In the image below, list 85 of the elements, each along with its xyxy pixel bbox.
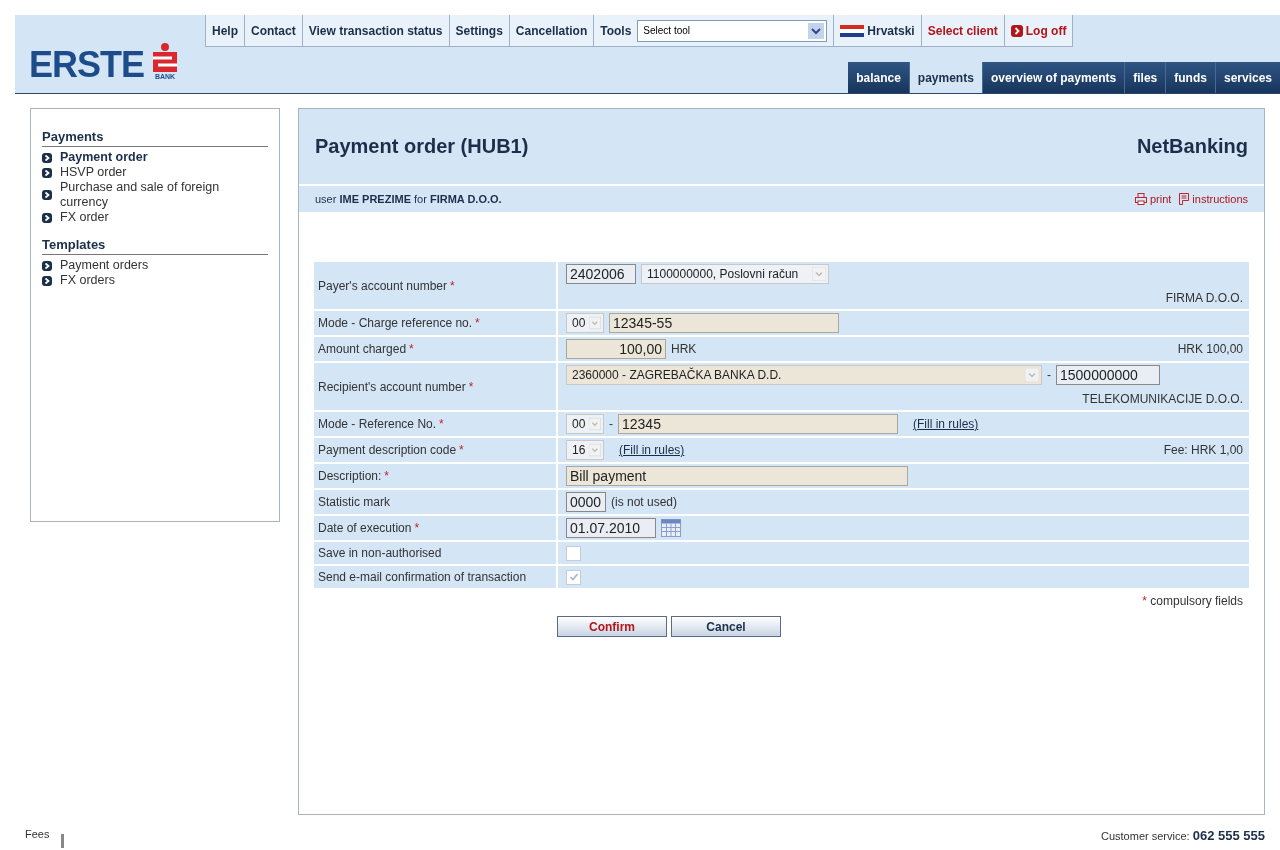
log-off-link[interactable]: Log off [1010, 23, 1067, 38]
info-text: TELEKOMUNIKACIJE D.O.O. [1082, 391, 1243, 408]
bullet-icon [42, 275, 52, 286]
document-icon [1179, 193, 1190, 205]
field-label: Amount charged * [314, 337, 556, 361]
bullet-icon [42, 167, 52, 178]
nav-tab[interactable]: overview of payments [981, 62, 1125, 93]
dropdown-arrow-icon [812, 267, 826, 281]
sidebar-link[interactable]: Payment orders [42, 258, 268, 273]
dropdown[interactable]: 16 [566, 440, 604, 460]
value-text: - [609, 417, 613, 431]
sidebar-link[interactable]: Purchase and sale of foreign currency [42, 180, 268, 210]
menu-link[interactable]: Settings [455, 23, 503, 38]
dropdown-arrow-icon [589, 316, 601, 330]
bullet-icon [42, 190, 52, 200]
bullet-icon [42, 212, 52, 223]
field-label: Statistic mark [314, 490, 556, 514]
input-field[interactable]: 1500000000 [1056, 365, 1160, 385]
menu-link[interactable]: View transaction status [308, 23, 443, 38]
user-info: user IME PREZIME for FIRMA D.O.O. [315, 193, 502, 205]
field-label: Mode - Charge reference no. * [314, 311, 556, 335]
fees-label: Fees [25, 828, 50, 840]
tools-label: Tools [600, 23, 632, 38]
dropdown[interactable]: 00 [566, 313, 604, 333]
legend-text: * compulsory fields [1142, 594, 1243, 608]
nav-tab[interactable]: files [1124, 62, 1166, 93]
menu-link[interactable]: Cancellation [515, 23, 588, 38]
field-label: Payment description code * [314, 438, 556, 462]
dropdown[interactable]: 00 [566, 414, 604, 434]
nav-tab[interactable]: funds [1165, 62, 1215, 93]
info-text: FIRMA D.O.O. [1165, 290, 1243, 307]
field-label: Recipient's account number * [314, 363, 556, 410]
fill-in-rules-link[interactable]: (Fill in rules) [619, 443, 685, 457]
input-field[interactable]: 12345 [618, 414, 898, 434]
nav-tab[interactable]: services [1214, 62, 1280, 93]
value-text: - [1047, 368, 1051, 382]
field-label: Mode - Reference No. * [314, 412, 556, 436]
bullet-icon [42, 260, 52, 271]
section-heading: Payments [42, 129, 268, 147]
value-text: HRK [671, 342, 697, 356]
confirm-button[interactable]: Confirm [557, 616, 667, 637]
field-label: Payer's account number * [314, 262, 556, 309]
flag-icon [840, 24, 865, 37]
input-field[interactable]: 100,00 [566, 339, 666, 359]
field-label: Description: * [314, 464, 556, 488]
dropdown-arrow-icon [589, 443, 601, 457]
menu-link[interactable]: Help [212, 23, 238, 38]
input-field[interactable]: 01.07.2010 [566, 518, 656, 538]
value-text: (is not used) [611, 495, 678, 509]
select-client-link[interactable]: Select client [927, 23, 998, 38]
field-label: Date of execution * [314, 516, 556, 540]
input-field[interactable]: 12345-55 [609, 313, 839, 333]
print-link[interactable]: print [1134, 193, 1172, 205]
sidebar-link[interactable]: HSVP order [42, 165, 268, 180]
logo-text: ERSTE [29, 49, 145, 81]
bullet-icon [42, 152, 52, 163]
field-label: Save in non-authorised [314, 542, 556, 564]
sidebar-link[interactable]: FX orders [42, 273, 268, 288]
sidebar-link[interactable]: Payment order [42, 150, 268, 165]
brand-text: NetBanking [1136, 135, 1248, 158]
section-heading: Templates [42, 237, 268, 255]
dropdown-arrow-icon [589, 417, 601, 431]
page-title: Payment order (HUB1) [315, 135, 529, 158]
input-field[interactable]: Bill payment [566, 466, 908, 486]
instructions-link[interactable]: instructions [1179, 193, 1248, 205]
cancel-button[interactable]: Cancel [671, 616, 781, 637]
menu-link[interactable]: Contact [251, 23, 296, 38]
input-field[interactable]: 2402006 [566, 264, 636, 284]
customer-service-text: Customer service: 062 555 555 [1101, 828, 1265, 845]
field-label: Send e-mail confirmation of transaction [314, 566, 556, 588]
printer-icon [1134, 193, 1147, 205]
checkmark-icon [568, 572, 579, 582]
tool-dropdown[interactable]: Select tool [637, 19, 828, 42]
language-link[interactable]: Hrvatski [840, 23, 915, 38]
dropdown[interactable]: 2360000 - ZAGREBAČKA BANKA D.D. [566, 365, 1042, 385]
sidebar-link[interactable]: FX order [42, 210, 268, 225]
dropdown-arrow-icon [1025, 368, 1039, 382]
info-text: Fee: HRK 1,00 [1163, 443, 1243, 457]
nav-tab[interactable]: payments [908, 62, 982, 93]
info-text: HRK 100,00 [1177, 342, 1243, 356]
calendar-icon[interactable] [661, 519, 681, 537]
nav-tab[interactable]: balance [848, 62, 909, 93]
dropdown[interactable]: 1100000000, Poslovni račun [641, 264, 829, 284]
fill-in-rules-link[interactable]: (Fill in rules) [913, 417, 979, 431]
input-field[interactable]: 0000 [566, 492, 606, 512]
